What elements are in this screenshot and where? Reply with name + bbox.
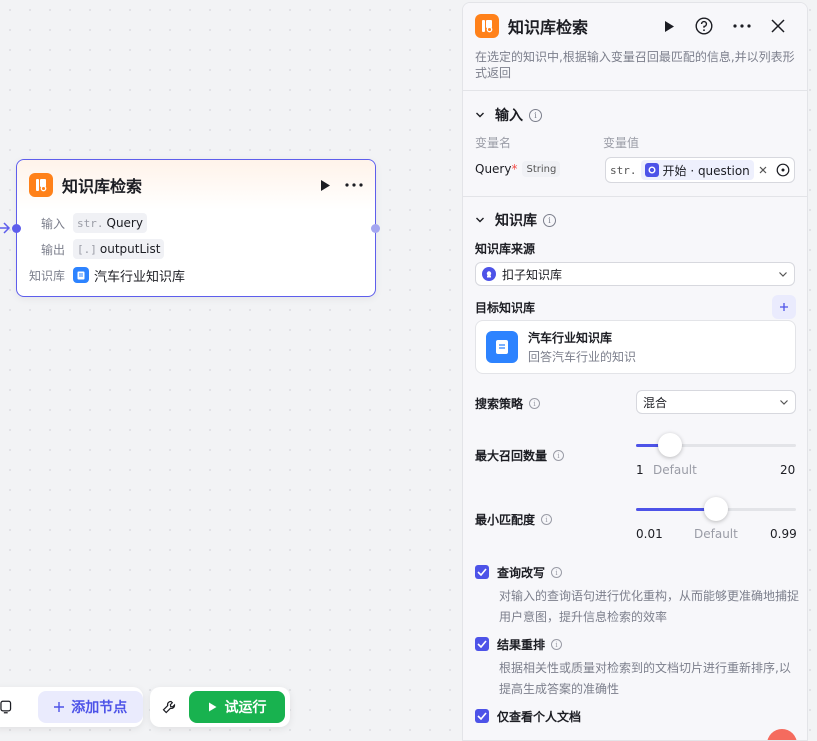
assistant-bubble-icon[interactable] (767, 729, 797, 740)
query-rewrite-desc: 对输入的查询语句进行优化重构，从而能够更准确地捕捉用户意图，提升信息检索的效率 (499, 589, 800, 624)
minimap-icon[interactable] (0, 700, 12, 714)
info-icon[interactable]: i (529, 108, 542, 122)
max-recall-label: 最大召回数量 i (475, 447, 565, 464)
knowledge-retrieval-icon (475, 14, 499, 38)
min-match-max: 0.99 (770, 527, 797, 541)
max-recall-max: 20 (780, 463, 796, 477)
more-icon[interactable] (733, 24, 751, 28)
node-config-panel: 知识库检索 在选定的知识中,根据输入变量召回最匹配的信息,并以列表形式返回 输入… (462, 2, 808, 741)
var-type-badge: String (522, 161, 561, 177)
play-icon[interactable] (319, 179, 331, 192)
col-var-value: 变量值 (603, 136, 640, 150)
panel-header: 知识库检索 在选定的知识中,根据输入变量召回最匹配的信息,并以列表形式返回 (463, 3, 807, 91)
var-name: Query (475, 162, 512, 176)
kb-section-toggle[interactable]: 知识库 i (475, 210, 556, 230)
rerank-label: 结果重排 i (497, 636, 563, 653)
info-icon[interactable]: i (541, 514, 553, 525)
run-toolbar: 试运行 (150, 687, 290, 727)
query-rewrite-checkbox[interactable] (475, 565, 489, 579)
node-input-row: 输入 str. Query (17, 210, 375, 236)
chevron-down-icon (780, 400, 788, 405)
query-rewrite-label: 查询改写 i (497, 564, 563, 581)
node-output-tag: [.] outputList (73, 239, 165, 259)
search-strategy-select[interactable]: 混合 (636, 390, 796, 414)
info-icon[interactable]: i (551, 639, 563, 650)
check-icon (477, 712, 487, 720)
canvas-toolbar: 添加节点 (0, 687, 143, 727)
test-run-button[interactable]: 试运行 (189, 691, 285, 723)
node-output-row: 输出 [.] outputList (17, 236, 375, 262)
personal-only-label: 仅查看个人文档 (497, 710, 582, 724)
info-icon[interactable]: i (529, 398, 541, 409)
max-recall-thumb[interactable] (657, 433, 682, 457)
node-input-label: 输入 (40, 216, 65, 231)
input-section-toggle[interactable]: 输入 i (475, 105, 542, 125)
node-kb-label: 知识库 (29, 268, 66, 283)
info-icon[interactable]: i (553, 450, 565, 461)
node-output-port[interactable] (371, 224, 380, 233)
var-name-cell: Query * String (475, 161, 561, 177)
knowledge-retrieval-node[interactable]: 知识库检索 输入 str. Query 输出 [.] outputList 知识库 … (12, 159, 380, 297)
chevron-down-icon (476, 217, 484, 223)
check-icon (477, 640, 487, 648)
node-kb-value: 汽车行业知识库 (94, 269, 186, 285)
var-value-field[interactable]: str. 开始 · question (605, 157, 795, 183)
node-input-tag: str. Query (73, 213, 147, 233)
min-match-thumb[interactable] (704, 497, 728, 521)
play-icon[interactable] (663, 20, 675, 33)
col-var-name: 变量名 (475, 136, 512, 150)
info-icon[interactable]: i (543, 213, 556, 227)
input-section-title: 输入 (495, 108, 523, 124)
start-node-icon (644, 163, 659, 177)
chevron-down-icon (476, 112, 484, 118)
panel-title: 知识库检索 (508, 18, 589, 37)
min-match-min: 0.01 (636, 527, 663, 541)
kb-source-label: 知识库来源 (475, 242, 536, 256)
rerank-checkbox[interactable] (475, 637, 489, 651)
max-recall-min: 1 (636, 463, 644, 477)
document-icon (73, 267, 89, 283)
min-match-label: 最小匹配度 i (475, 511, 553, 528)
node-title: 知识库检索 (62, 177, 143, 196)
close-icon[interactable] (771, 19, 785, 33)
chevron-down-icon (779, 272, 787, 277)
value-ref-tag: 开始 · question (640, 160, 754, 180)
check-icon (477, 568, 487, 576)
node-input-port[interactable] (12, 224, 21, 233)
coze-icon (482, 267, 496, 281)
kb-card-desc: 回答汽车行业的知识 (528, 350, 637, 364)
search-strategy-label: 搜索策略 i (475, 395, 541, 412)
knowledge-retrieval-icon (29, 173, 53, 197)
help-icon[interactable] (695, 17, 713, 35)
more-icon[interactable] (345, 183, 363, 187)
plus-icon (780, 303, 788, 311)
section-divider (463, 196, 807, 197)
max-recall-default: Default (653, 463, 697, 477)
node-output-label: 输出 (40, 242, 65, 257)
kb-card-name: 汽车行业知识库 (528, 331, 613, 345)
value-type-prefix: str. (610, 163, 637, 177)
info-icon[interactable]: i (551, 567, 563, 578)
edge-arrow-icon (0, 222, 11, 234)
add-kb-button[interactable] (772, 295, 796, 319)
add-node-button[interactable]: 添加节点 (37, 691, 143, 723)
personal-only-checkbox[interactable] (475, 709, 489, 723)
kb-card[interactable]: 汽车行业知识库 回答汽车行业的知识 (475, 320, 796, 374)
target-icon[interactable] (776, 163, 790, 177)
node-kb-row: 知识库 汽车行业知识库 (17, 262, 375, 288)
kb-section-title: 知识库 (495, 213, 537, 229)
document-icon (486, 331, 518, 363)
rerank-desc: 根据相关性或质量对检索到的文档切片进行重新排序,以提高生成答案的准确性 (499, 661, 791, 696)
node-header: 知识库检索 (17, 160, 375, 210)
panel-description: 在选定的知识中,根据输入变量召回最匹配的信息,并以列表形式返回 (475, 50, 795, 80)
target-kb-label: 目标知识库 (475, 301, 536, 315)
required-mark: * (511, 162, 518, 176)
plus-icon (54, 702, 65, 712)
kb-source-select[interactable]: 扣子知识库 (475, 262, 795, 286)
play-icon (208, 702, 216, 712)
min-match-default: Default (694, 527, 738, 541)
wrench-icon[interactable] (162, 700, 176, 714)
clear-icon[interactable] (759, 166, 767, 174)
